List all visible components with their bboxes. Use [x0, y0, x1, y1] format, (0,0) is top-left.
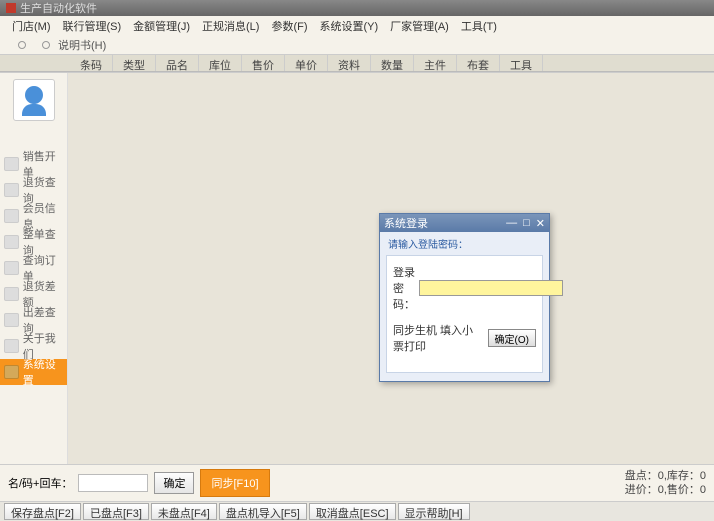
- menu-item[interactable]: 厂家管理(A): [386, 18, 453, 34]
- code-label: 名/码+回车：: [8, 475, 72, 491]
- box-icon: [4, 287, 19, 301]
- dialog-subtitle: 请输入登陆密码：: [380, 232, 549, 255]
- menubar: 门店(M) 联行管理(S) 金额管理(J) 正规消息(L) 参数(F) 系统设置…: [0, 16, 714, 36]
- confirm-button[interactable]: 确定(O): [488, 329, 536, 347]
- status-counts: 盘点：0,库存：0: [625, 469, 706, 483]
- box-icon: [4, 313, 19, 327]
- hk-cancel[interactable]: 取消盘点[ESC]: [309, 503, 396, 520]
- avatar-box: [0, 73, 67, 127]
- box-icon: [4, 339, 19, 353]
- side-label: 系统设置: [23, 356, 63, 388]
- tab[interactable]: 库位: [199, 55, 242, 71]
- lock-icon: [4, 365, 19, 379]
- dialog-note: 同步生机 填入小票打印: [393, 322, 484, 354]
- tab[interactable]: 条码: [70, 55, 113, 71]
- sublink[interactable]: 说明书(H): [58, 37, 106, 53]
- hk-undone[interactable]: 未盘点[F4]: [151, 503, 217, 520]
- side-item-active[interactable]: 系统设置: [0, 359, 67, 385]
- sync-button[interactable]: 同步[F10]: [200, 469, 269, 497]
- minimize-icon[interactable]: —: [506, 217, 517, 230]
- sublink-bar: 说明书(H): [0, 36, 714, 54]
- column-tabs: 条码 类型 品名 库位 售价 单价 资料 数量 主件 布套 工具: [0, 54, 714, 72]
- left-sidebar: 销售开单 退货查询 会员信息 整单查询 查询订单 退货差额 出差查询 关于我们 …: [0, 73, 68, 465]
- status-prices: 进价：0,售价：0: [625, 483, 706, 497]
- app-title: 生产自动化软件: [20, 0, 97, 16]
- tab[interactable]: 品名: [156, 55, 199, 71]
- bullet-icon: [18, 41, 26, 49]
- tab[interactable]: 数量: [371, 55, 414, 71]
- menu-item[interactable]: 门店(M): [8, 18, 55, 34]
- dialog-titlebar[interactable]: 系统登录 — □ ✕: [380, 214, 549, 232]
- close-icon[interactable]: ✕: [536, 217, 545, 230]
- box-icon: [4, 183, 19, 197]
- tab[interactable]: 布套: [457, 55, 500, 71]
- box-icon: [4, 157, 19, 171]
- box-icon: [4, 261, 19, 275]
- tab[interactable]: 主件: [414, 55, 457, 71]
- window-titlebar: 生产自动化软件: [0, 0, 714, 16]
- hk-save[interactable]: 保存盘点[F2]: [4, 503, 81, 520]
- menu-item[interactable]: 金额管理(J): [129, 18, 194, 34]
- menu-item[interactable]: 工具(T): [457, 18, 501, 34]
- top-zone: 门店(M) 联行管理(S) 金额管理(J) 正规消息(L) 参数(F) 系统设置…: [0, 16, 714, 73]
- user-avatar-icon: [13, 79, 55, 121]
- ok-button[interactable]: 确定: [154, 472, 194, 494]
- tab[interactable]: 售价: [242, 55, 285, 71]
- tab[interactable]: 工具: [500, 55, 543, 71]
- menu-item[interactable]: 参数(F): [267, 18, 311, 34]
- hk-import[interactable]: 盘点机导入[F5]: [219, 503, 307, 520]
- hk-done[interactable]: 已盘点[F3]: [83, 503, 149, 520]
- maximize-icon[interactable]: □: [523, 217, 530, 230]
- main-area: 销售开单 退货查询 会员信息 整单查询 查询订单 退货差额 出差查询 关于我们 …: [0, 73, 714, 465]
- hotkey-bar: 保存盘点[F2] 已盘点[F3] 未盘点[F4] 盘点机导入[F5] 取消盘点[…: [0, 501, 714, 521]
- code-input[interactable]: [78, 474, 148, 492]
- tab[interactable]: 单价: [285, 55, 328, 71]
- box-icon: [4, 235, 19, 249]
- app-icon: [6, 3, 16, 13]
- hk-help[interactable]: 显示帮助[H]: [398, 503, 470, 520]
- menu-item[interactable]: 系统设置(Y): [316, 18, 383, 34]
- box-icon: [4, 209, 19, 223]
- dialog-body: 登录密码： 同步生机 填入小票打印 确定(O): [386, 255, 543, 373]
- tab[interactable]: 资料: [328, 55, 371, 71]
- password-input[interactable]: [419, 280, 563, 296]
- dialog-title: 系统登录: [384, 215, 428, 231]
- bullet-icon: [42, 41, 50, 49]
- login-dialog: 系统登录 — □ ✕ 请输入登陆密码： 登录密码： 同步生机 填入小票打印 确定…: [379, 213, 550, 382]
- menu-item[interactable]: 正规消息(L): [198, 18, 263, 34]
- input-bar: 名/码+回车： 确定 同步[F10] 盘点：0,库存：0 进价：0,售价：0: [0, 464, 714, 501]
- menu-item[interactable]: 联行管理(S): [59, 18, 126, 34]
- password-label: 登录密码：: [393, 264, 415, 312]
- tab[interactable]: 类型: [113, 55, 156, 71]
- status-zone: 名/码+回车： 确定 同步[F10] 盘点：0,库存：0 进价：0,售价：0 保…: [0, 464, 714, 521]
